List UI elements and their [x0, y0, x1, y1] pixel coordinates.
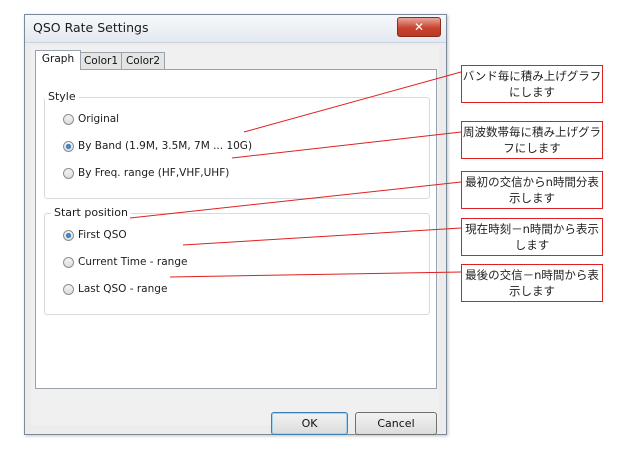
callout-by-freq: 周波数帯毎に積み上げグラフにします [461, 121, 603, 159]
callout-last-qso: 最後の交信－n時間から表示します [461, 264, 603, 302]
callout-by-band: バンド毎に積み上げグラフにします [461, 65, 603, 103]
annotation-line-current-time [182, 227, 462, 246]
callout-first-qso: 最初の交信からn時間分表示します [461, 171, 603, 209]
callout-current-time: 現在時刻－n時間から表示します [461, 218, 603, 256]
annotation-line-first-qso [129, 181, 462, 219]
tab-graph[interactable]: Graph [35, 50, 81, 70]
annotation-line-by-band [243, 71, 462, 133]
annotation-line-last-qso [169, 271, 462, 278]
annotation-line-by-freq [231, 131, 462, 159]
